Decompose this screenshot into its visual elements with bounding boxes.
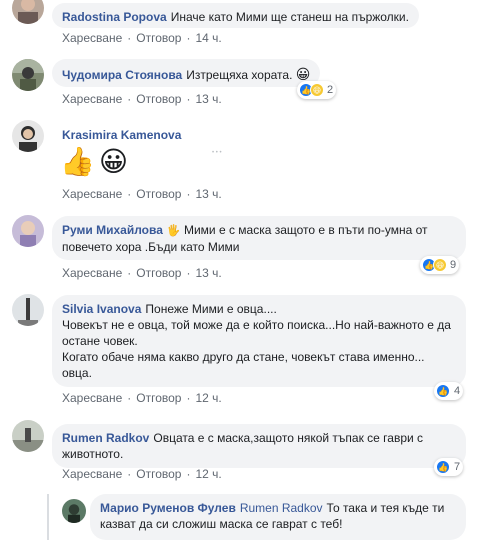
emoji: 😀 xyxy=(295,66,311,82)
avatar[interactable] xyxy=(12,294,44,326)
timestamp[interactable]: 12 ч. xyxy=(195,391,221,405)
comment-actions: Харесване · Отговор · 12 ч. xyxy=(62,391,222,405)
laughing-face-icon: 😆 xyxy=(433,258,447,272)
like-button[interactable]: Харесване xyxy=(62,31,122,45)
reaction-summary[interactable]: 👍 😆 9 xyxy=(420,256,460,274)
reaction-summary[interactable]: 👍 7 xyxy=(434,458,464,476)
like-button[interactable]: Харесване xyxy=(62,467,122,481)
comment-text: Изтрещяха хората. xyxy=(186,68,293,82)
timestamp[interactable]: 13 ч. xyxy=(195,266,221,280)
comment-author[interactable]: Radostina Popova xyxy=(62,10,167,24)
reaction-summary[interactable]: 👍 4 xyxy=(434,382,464,400)
reply-button[interactable]: Отговор xyxy=(136,391,181,405)
mention-link[interactable]: Rumen Radkov xyxy=(240,501,323,515)
reply-thread-line xyxy=(47,494,49,540)
reply-button[interactable]: Отговор xyxy=(136,187,181,201)
comment-author[interactable]: Krasimira Kamenova xyxy=(62,128,181,142)
grinning-face-icon: 😀 xyxy=(98,146,129,177)
like-button[interactable]: Харесване xyxy=(62,391,122,405)
comment-actions: Харесване · Отговор · 13 ч. xyxy=(62,92,222,106)
comment-author[interactable]: Silvia Ivanova xyxy=(62,302,141,316)
comment-bubble: Rumen Radkov Овцата е с маска,защото няко… xyxy=(52,424,466,468)
avatar[interactable] xyxy=(62,499,86,523)
reaction-count: 2 xyxy=(327,84,334,96)
comment-author[interactable]: Чудомира Стоянова xyxy=(62,68,182,82)
timestamp[interactable]: 14 ч. xyxy=(195,31,221,45)
comment-author[interactable]: Марио Руменов Фулев xyxy=(100,501,236,515)
thumbs-up-icon: 👍 xyxy=(436,460,450,474)
avatar[interactable] xyxy=(12,0,44,24)
comment-bubble: Чудомира Стоянова Изтрещяха хората. 😀 xyxy=(52,59,321,87)
timestamp[interactable]: 13 ч. xyxy=(195,92,221,106)
comment-actions: Харесване · Отговор · 13 ч. xyxy=(62,187,222,201)
timestamp[interactable]: 13 ч. xyxy=(195,187,221,201)
like-button[interactable]: Харесване xyxy=(62,92,122,106)
comment-author[interactable]: Руми Михайлова xyxy=(62,223,163,237)
comment-actions: Харесване · Отговор · 14 ч. xyxy=(62,31,222,45)
reaction-summary[interactable]: 👍 😆 2 xyxy=(297,81,337,99)
comment-text: Когато обаче няма какво друго да стане, … xyxy=(62,350,425,380)
emoji-stickers: 👍 😀 xyxy=(60,147,128,177)
timestamp[interactable]: 12 ч. xyxy=(195,467,221,481)
like-button[interactable]: Харесване xyxy=(62,266,122,280)
more-options-icon[interactable]: • • • xyxy=(212,150,222,156)
comment-author[interactable]: Rumen Radkov xyxy=(62,431,149,445)
avatar[interactable] xyxy=(12,120,44,152)
comment-bubble: Silvia Ivanova Понеже Мими е овца.... Чов… xyxy=(52,295,466,387)
reaction-count: 7 xyxy=(454,461,461,473)
reaction-count: 9 xyxy=(450,259,457,271)
comment-bubble: Krasimira Kamenova xyxy=(52,121,195,147)
thumbs-up-icon: 👍 xyxy=(436,384,450,398)
thumbs-up-icon: 👍 xyxy=(60,146,95,177)
reply-button[interactable]: Отговор xyxy=(136,266,181,280)
comment-bubble: Марио Руменов Фулев Rumen Radkov То така и… xyxy=(90,494,466,540)
reply-button[interactable]: Отговор xyxy=(136,467,181,481)
comment-text: Човекът не е овца, той може да е който п… xyxy=(62,318,451,348)
reply-button[interactable]: Отговор xyxy=(136,92,181,106)
reaction-count: 4 xyxy=(454,385,461,397)
hand-icon: 🖐 xyxy=(166,225,181,237)
reply-button[interactable]: Отговор xyxy=(136,31,181,45)
comment-text: Иначе като Мими ще станеш на пържолки. xyxy=(170,10,409,24)
like-button[interactable]: Харесване xyxy=(62,187,122,201)
comment-actions: Харесване · Отговор · 12 ч. xyxy=(62,467,222,481)
comment-text: Понеже Мими е овца.... xyxy=(145,302,277,316)
avatar[interactable] xyxy=(12,420,44,452)
avatar[interactable] xyxy=(12,215,44,247)
comment-bubble: Radostina Popova Иначе като Мими ще стане… xyxy=(52,3,419,28)
comment-actions: Харесване · Отговор · 13 ч. xyxy=(62,266,222,280)
comment-bubble: Руми Михайлова 🖐 Мими е с маска защото е … xyxy=(52,216,466,260)
avatar[interactable] xyxy=(12,59,44,91)
laughing-face-icon: 😆 xyxy=(310,83,324,97)
